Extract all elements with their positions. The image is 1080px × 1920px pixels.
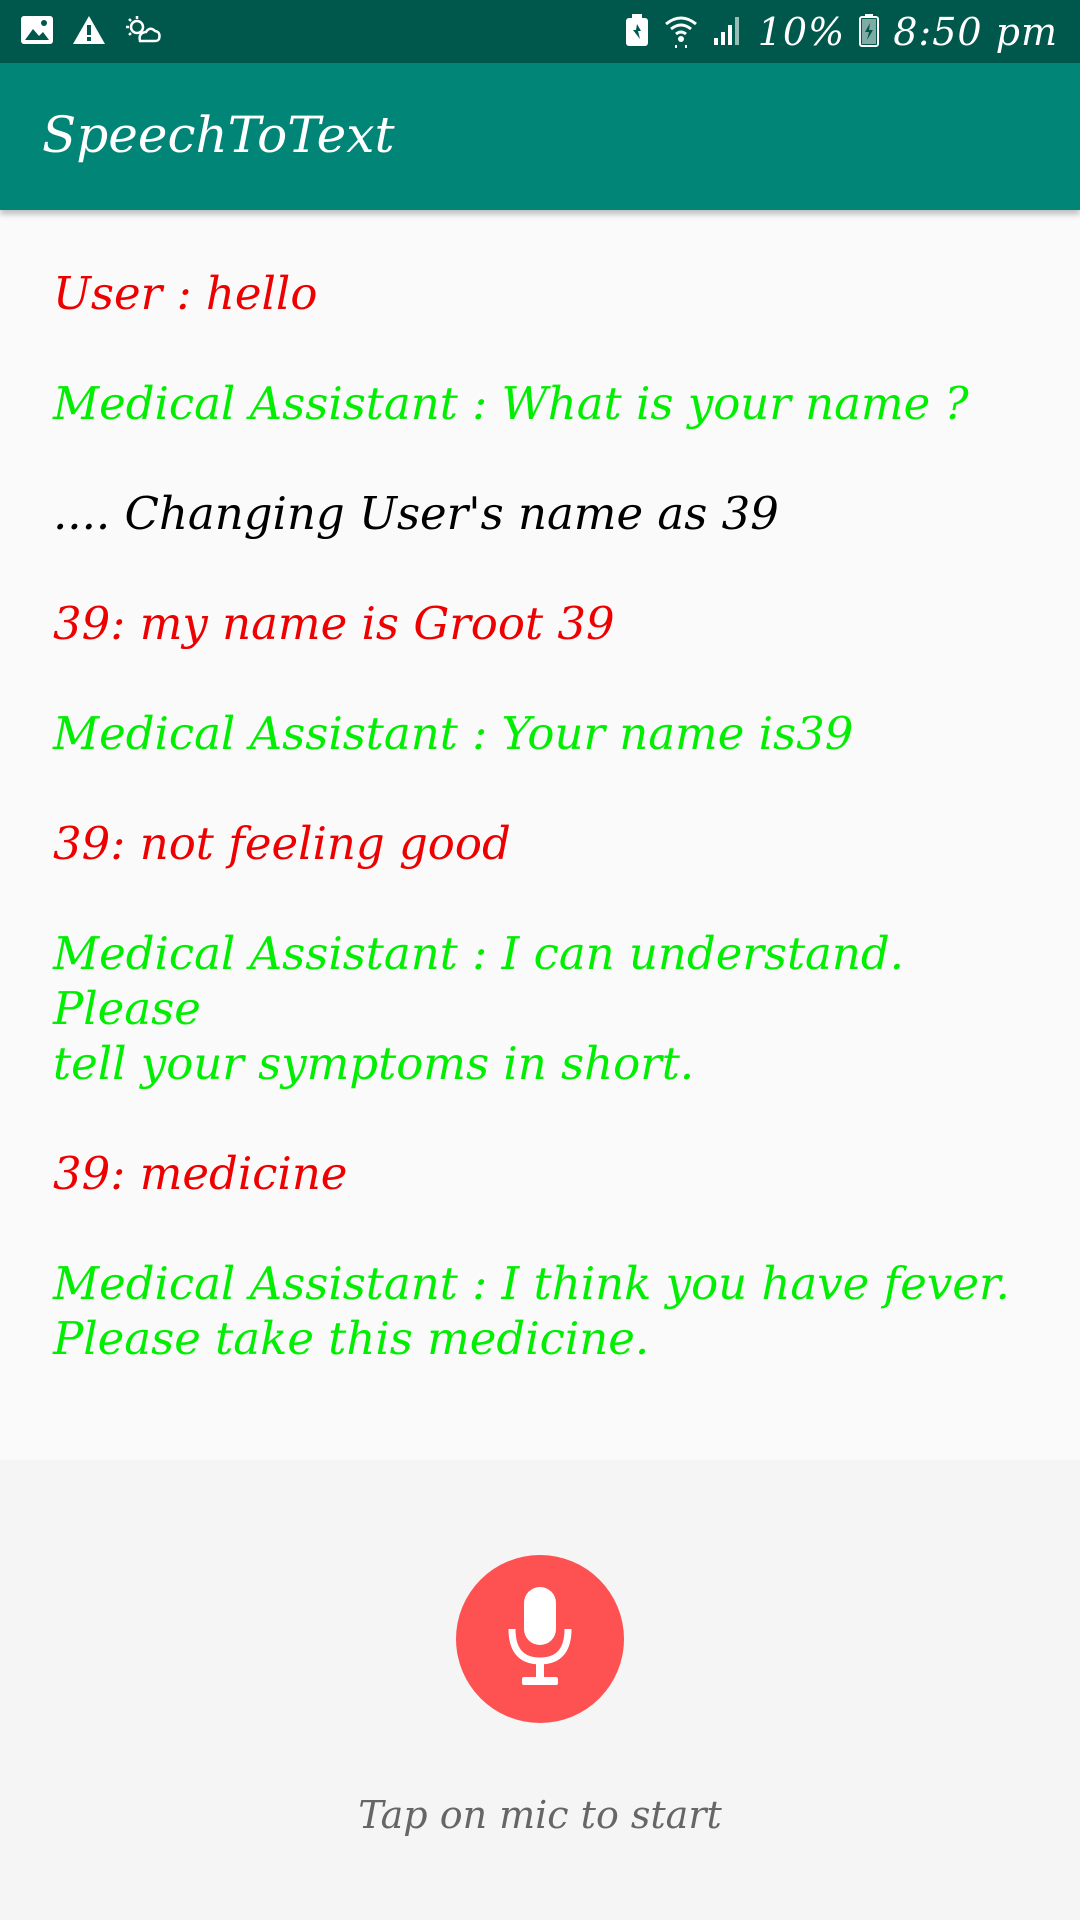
mic-hint: Tap on mic to start [358,1793,722,1837]
wifi-icon [664,12,698,52]
message-assistant: Medical Assistant : I can understand. Pl… [53,927,904,1090]
battery-percent: 10% [757,10,846,54]
message-user: 39: my name is Groot 39 [53,597,615,650]
conversation-log[interactable]: User : hello Medical Assistant : What is… [0,210,1080,1460]
microphone-icon [504,1585,576,1693]
warning-icon [72,15,106,49]
message-system: .... Changing User's name as 39 [53,487,779,540]
weather-icon [124,15,162,49]
message-assistant: Medical Assistant : I think you have fev… [53,1257,1010,1365]
image-icon [20,15,54,49]
battery-saver-icon [624,13,650,51]
screen: 10% 8:50 pm SpeechToText User : hello Me… [0,0,1080,1920]
mic-button[interactable] [456,1555,624,1723]
clock: 8:50 pm [893,10,1058,54]
battery-icon [859,13,880,51]
bottom-panel: Tap on mic to start [0,1460,1080,1920]
message-assistant: Medical Assistant : What is your name ? [53,377,969,430]
status-bar: 10% 8:50 pm [0,0,1080,63]
message-user: 39: medicine [53,1147,348,1200]
message-assistant: Medical Assistant : Your name is39 [53,707,854,760]
app-title: SpeechToText [42,106,395,164]
message-user: User : hello [53,267,318,320]
app-bar: SpeechToText [0,63,1080,210]
message-user: 39: not feeling good [53,817,511,870]
signal-icon [712,14,744,50]
status-left-icons [20,12,162,52]
status-right-icons: 10% 8:50 pm [624,8,1058,56]
